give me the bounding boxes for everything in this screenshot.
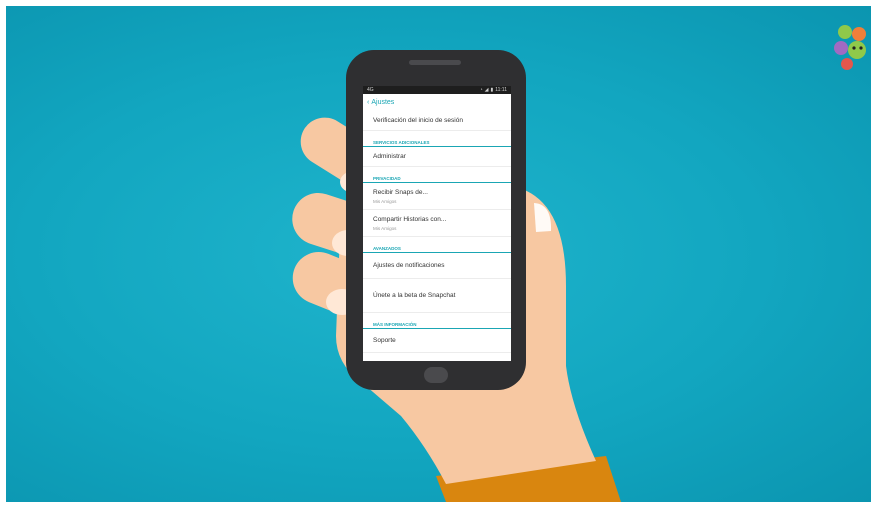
signal-icon: ◢: [484, 87, 489, 93]
section-privacy: PRIVACIDAD: [363, 170, 511, 183]
support-item[interactable]: Soporte: [363, 329, 511, 353]
receive-snaps-label: Recibir Snaps de...: [373, 188, 428, 196]
notifications-item[interactable]: Ajustes de notificaciones: [363, 253, 511, 279]
receive-snaps-value: Mis Amigos: [373, 198, 397, 204]
beta-item[interactable]: Únete a la beta de Snapchat: [363, 279, 511, 313]
phone-speaker: [409, 60, 461, 65]
video-frame: 4G ◔ ◢ ▮ 11:11 ‹ Ajustes Verificación de…: [6, 6, 871, 502]
home-button[interactable]: [424, 367, 448, 383]
section-advanced: AVANZADOS: [363, 240, 511, 253]
phone-screen: 4G ◔ ◢ ▮ 11:11 ‹ Ajustes Verificación de…: [363, 86, 511, 361]
settings-header[interactable]: ‹ Ajustes: [363, 94, 511, 111]
login-verification-item[interactable]: Verificación del inicio de sesión: [363, 111, 511, 131]
login-verification-label: Verificación del inicio de sesión: [373, 117, 463, 124]
manage-label: Administrar: [373, 153, 406, 160]
section-more-info: MÁS INFORMACIÓN: [363, 316, 511, 329]
status-bar: 4G ◔ ◢ ▮ 11:11: [363, 86, 511, 94]
share-stories-item[interactable]: Compartir Historias con... Mis Amigos: [363, 210, 511, 237]
thumb-nail: [534, 203, 552, 232]
receive-snaps-item[interactable]: Recibir Snaps de... Mis Amigos: [363, 183, 511, 210]
chevron-left-icon[interactable]: ‹: [367, 99, 369, 106]
corner-logo-icon: [834, 25, 866, 70]
page-title: Ajustes: [371, 99, 395, 106]
wifi-icon: ◔: [479, 87, 483, 93]
manage-item[interactable]: Administrar: [363, 147, 511, 167]
status-time: 11:11: [495, 87, 507, 93]
section-additional-services: SERVICIOS ADICIONALES: [363, 134, 511, 147]
notifications-label: Ajustes de notificaciones: [373, 262, 445, 269]
network-label: 4G: [367, 87, 374, 93]
share-stories-value: Mis Amigos: [373, 225, 397, 231]
share-stories-label: Compartir Historias con...: [373, 215, 447, 223]
support-label: Soporte: [373, 337, 396, 344]
beta-label: Únete a la beta de Snapchat: [373, 292, 456, 299]
battery-icon: ▮: [490, 87, 494, 93]
